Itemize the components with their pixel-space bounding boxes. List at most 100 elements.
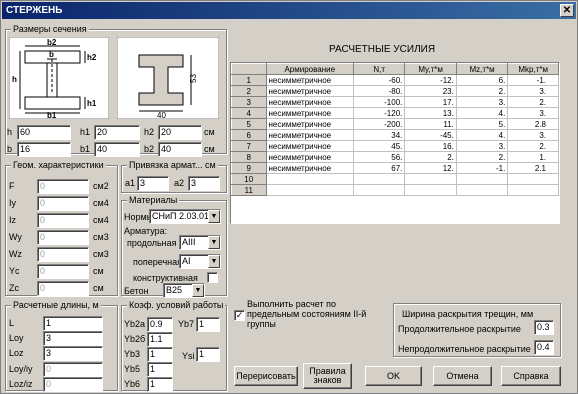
table-cell[interactable]: 56. [353, 151, 406, 163]
table-cell[interactable]: -200. [353, 118, 406, 130]
input-yb7[interactable]: 1 [196, 317, 220, 332]
table-cell[interactable]: -100. [353, 96, 406, 108]
column-header[interactable] [231, 63, 267, 75]
table-row[interactable]: 11 [231, 184, 559, 196]
column-header[interactable]: Армирование [265, 63, 355, 75]
table-cell[interactable]: -45. [404, 129, 457, 141]
table-row[interactable]: 7 несимметричное 45. 16. 3. 2. [231, 140, 559, 152]
column-header[interactable]: N,т [353, 63, 406, 75]
help-button[interactable]: Справка [501, 366, 561, 386]
column-header[interactable]: My,т*м [404, 63, 457, 75]
row-number[interactable]: 10 [231, 173, 267, 185]
row-number[interactable]: 2 [231, 85, 267, 97]
table-cell[interactable]: 2. [455, 85, 509, 97]
table-cell[interactable]: 2.8 [507, 118, 559, 130]
table-cell[interactable]: несимметричное [265, 96, 355, 108]
row-number[interactable]: 4 [231, 107, 267, 119]
table-row[interactable]: 2 несимметричное -80. 23. 2. 3. [231, 85, 559, 97]
table-row[interactable]: 3 несимметричное -100. 17. 3. 2. [231, 96, 559, 108]
input-b1[interactable]: 40 [94, 142, 140, 157]
table-row[interactable]: 4 несимметричное -120. 13. 4. 3. [231, 107, 559, 119]
concrete-select[interactable]: B25 ▼ [163, 283, 205, 298]
row-number[interactable]: 3 [231, 96, 267, 108]
table-cell[interactable] [404, 184, 457, 196]
table-cell[interactable]: 3. [455, 140, 509, 152]
table-cell[interactable]: 17. [404, 96, 457, 108]
table-cell[interactable] [353, 184, 406, 196]
chevron-down-icon[interactable]: ▼ [208, 236, 220, 249]
table-cell[interactable]: -60. [353, 74, 406, 86]
table-cell[interactable]: 16. [404, 140, 457, 152]
table-cell[interactable]: -120. [353, 107, 406, 119]
table-cell[interactable] [353, 173, 406, 185]
table-cell[interactable]: 2. [404, 151, 457, 163]
table-cell[interactable]: 3. [507, 129, 559, 141]
input-a2[interactable]: 3 [188, 176, 220, 191]
chevron-down-icon[interactable]: ▼ [208, 210, 220, 223]
table-cell[interactable]: 67. [353, 162, 406, 174]
coef-input[interactable]: 1 [147, 377, 173, 392]
table-cell[interactable]: несимметричное [265, 85, 355, 97]
chevron-down-icon[interactable]: ▼ [208, 255, 220, 268]
input-b2[interactable]: 40 [158, 142, 202, 157]
table-cell[interactable]: 6. [455, 74, 509, 86]
table-cell[interactable]: 45. [353, 140, 406, 152]
table-cell[interactable]: -1. [455, 162, 509, 174]
coef-input[interactable]: 1.1 [147, 332, 173, 347]
table-cell[interactable]: 13. [404, 107, 457, 119]
input-a1[interactable]: 3 [137, 176, 169, 191]
chevron-down-icon[interactable]: ▼ [192, 284, 204, 297]
table-cell[interactable]: несимметричное [265, 140, 355, 152]
sign-rules-button[interactable]: Правила знаков [303, 363, 352, 389]
table-cell[interactable]: несимметричное [265, 118, 355, 130]
table-cell[interactable]: 2.1 [507, 162, 559, 174]
row-number[interactable]: 5 [231, 118, 267, 130]
table-cell[interactable]: -12. [404, 74, 457, 86]
table-cell[interactable]: 2. [455, 151, 509, 163]
norms-select[interactable]: СНиП 2.03.01 ▼ [149, 209, 221, 224]
input-crack-long[interactable]: 0.3 [534, 320, 554, 335]
input-h1[interactable]: 20 [94, 125, 140, 140]
constructive-checkbox[interactable] [207, 272, 218, 283]
table-cell[interactable]: 11. [404, 118, 457, 130]
table-row[interactable]: 1 несимметричное -60. -12. 6. -1. [231, 74, 559, 86]
table-cell[interactable]: -1. [507, 74, 559, 86]
row-number[interactable]: 1 [231, 74, 267, 86]
length-input[interactable]: 3 [43, 346, 103, 361]
table-cell[interactable]: несимметричное [265, 129, 355, 141]
row-number[interactable]: 7 [231, 140, 267, 152]
column-header[interactable]: Mz,т*м [455, 63, 509, 75]
table-cell[interactable] [265, 184, 355, 196]
table-row[interactable]: 6 несимметричное 34. -45. 4. 3. [231, 129, 559, 141]
length-input[interactable]: 3 [43, 331, 103, 346]
table-cell[interactable]: 12. [404, 162, 457, 174]
table-cell[interactable] [507, 184, 559, 196]
table-cell[interactable]: 5. [455, 118, 509, 130]
table-cell[interactable]: несимметричное [265, 151, 355, 163]
input-h[interactable]: 60 [17, 125, 71, 140]
table-cell[interactable]: -80. [353, 85, 406, 97]
table-cell[interactable] [507, 173, 559, 185]
row-number[interactable]: 9 [231, 162, 267, 174]
row-number[interactable]: 6 [231, 129, 267, 141]
table-cell[interactable]: 23. [404, 85, 457, 97]
redraw-button[interactable]: Перерисовать [234, 366, 298, 386]
coef-input[interactable]: 1 [147, 347, 173, 362]
row-number[interactable]: 11 [231, 184, 267, 196]
table-row[interactable]: 9 несимметричное 67. 12. -1. 2.1 [231, 162, 559, 174]
table-row[interactable]: 5 несимметричное -200. 11. 5. 2.8 [231, 118, 559, 130]
table-row[interactable]: 8 несимметричное 56. 2. 2. 1. [231, 151, 559, 163]
table-cell[interactable]: 4. [455, 107, 509, 119]
table-cell[interactable] [455, 184, 509, 196]
long-rebar-select[interactable]: AIII ▼ [179, 235, 221, 250]
table-cell[interactable]: 2. [507, 96, 559, 108]
input-ysi[interactable]: 1 [196, 347, 220, 362]
coef-input[interactable]: 0.9 [147, 317, 173, 332]
calc-group2-checkbox[interactable]: ✓ [234, 310, 245, 321]
table-cell[interactable]: несимметричное [265, 74, 355, 86]
table-cell[interactable] [265, 173, 355, 185]
table-cell[interactable] [455, 173, 509, 185]
table-cell[interactable]: 3. [507, 85, 559, 97]
column-header[interactable]: Mkp,т*м [507, 63, 559, 75]
ok-button[interactable]: OK [365, 366, 422, 386]
